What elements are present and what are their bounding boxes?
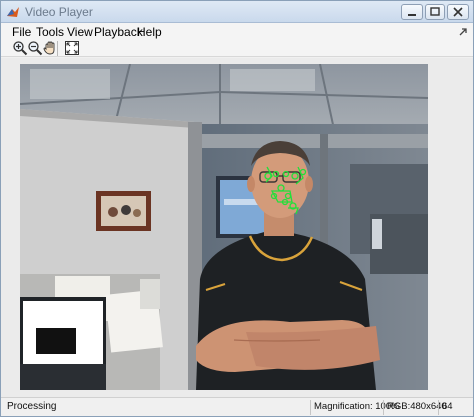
- close-icon: [453, 7, 463, 17]
- matlab-logo-icon: [7, 7, 19, 17]
- status-bar: Processing Magnification: 100% RGB:480x6…: [1, 397, 473, 416]
- menu-file[interactable]: File: [12, 25, 31, 39]
- menu-playback[interactable]: Playback: [94, 25, 143, 39]
- zoom-out-icon[interactable]: [27, 40, 43, 56]
- menu-help[interactable]: Help: [137, 25, 162, 39]
- toolbar-separator: [57, 41, 58, 56]
- window-title: Video Player: [25, 5, 93, 19]
- fit-to-window-icon[interactable]: [64, 40, 80, 56]
- pan-hand-icon[interactable]: [42, 40, 58, 56]
- minimize-icon: [408, 14, 416, 16]
- menu-tools[interactable]: Tools: [36, 25, 64, 39]
- toolbar: [1, 40, 473, 57]
- video-frame[interactable]: [20, 64, 428, 390]
- zoom-in-icon[interactable]: [12, 40, 28, 56]
- frame-number-readout: 64: [438, 400, 456, 415]
- video-frame-image: [20, 64, 428, 390]
- title-bar[interactable]: Video Player: [1, 1, 473, 23]
- status-text: Processing: [7, 401, 57, 412]
- dock-arrow-icon[interactable]: [458, 27, 468, 37]
- close-button[interactable]: [447, 4, 469, 20]
- maximize-icon: [430, 7, 440, 16]
- menu-view[interactable]: View: [67, 25, 93, 39]
- video-player-window: Video Player File Tools View Playback He…: [0, 0, 474, 417]
- maximize-button[interactable]: [425, 4, 445, 20]
- menu-bar: File Tools View Playback Help: [1, 23, 473, 40]
- minimize-button[interactable]: [401, 4, 423, 20]
- video-display-area: [1, 58, 473, 397]
